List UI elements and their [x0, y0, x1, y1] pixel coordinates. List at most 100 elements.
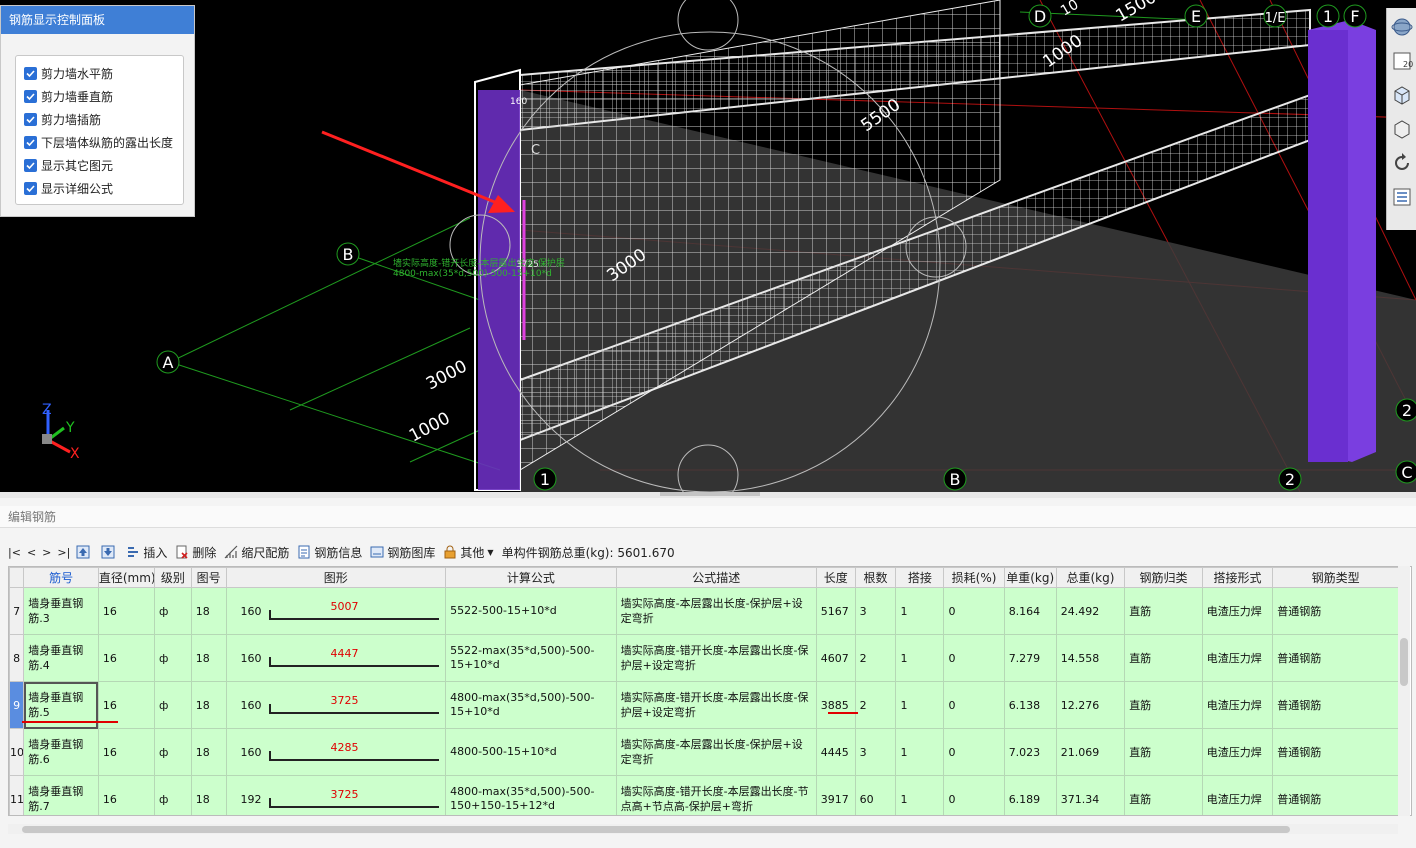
cell-bar-name[interactable]: 墙身垂直钢筋.4	[23, 634, 99, 682]
option-shear-wall-horizontal[interactable]: 剪力墙水平筋	[24, 62, 183, 85]
shape-bar-length[interactable]: 5007	[331, 600, 359, 613]
cell-loss[interactable]: 0	[943, 681, 1005, 729]
header-col[interactable]: 总重(kg)	[1055, 567, 1126, 588]
cell-formula[interactable]: 5522-500-15+10*d	[445, 587, 617, 635]
cell-total-weight[interactable]: 21.069	[1055, 728, 1126, 776]
cell-description[interactable]: 墙实际高度-本层露出长度-保护层+设定弯折	[615, 728, 817, 776]
checkbox-checked-icon[interactable]	[24, 136, 37, 149]
cell-shape[interactable]: 160 3725	[225, 681, 447, 729]
header-col[interactable]: 单重(kg)	[1003, 567, 1057, 588]
cell-lap-type[interactable]: 电渣压力焊	[1201, 681, 1274, 729]
cell-loss[interactable]: 0	[943, 728, 1005, 776]
row-number[interactable]: 8	[9, 634, 25, 682]
cell-lap[interactable]: 1	[895, 728, 945, 776]
cell-count[interactable]: 2	[854, 634, 897, 682]
cell-description[interactable]: 墙实际高度-错开长度-本层露出长度-保护层+设定弯折	[615, 681, 817, 729]
cell-figure-no[interactable]: 18	[190, 681, 227, 729]
cell-loss[interactable]: 0	[943, 587, 1005, 635]
row-number[interactable]: 10	[9, 728, 25, 776]
cell-grade[interactable]: ф	[154, 775, 192, 815]
header-col[interactable]: 钢筋类型	[1272, 567, 1399, 588]
cell-figure-no[interactable]: 18	[190, 728, 227, 776]
cell-rebar-type[interactable]: 普通钢筋	[1272, 728, 1399, 776]
checkbox-checked-icon[interactable]	[24, 182, 37, 195]
cell-category[interactable]: 直筋	[1124, 681, 1203, 729]
table-row[interactable]: 8 墙身垂直钢筋.4 16 ф 18 160 4447 5522-max(35*d…	[9, 634, 1399, 682]
cell-bar-name[interactable]: 墙身垂直钢筋.7	[23, 775, 99, 815]
cell-description[interactable]: 墙实际高度-本层露出长度-保护层+设定弯折	[615, 587, 817, 635]
nav-next-button[interactable]: >	[42, 546, 51, 559]
nav-first-button[interactable]: |<	[8, 546, 21, 559]
cell-rebar-type[interactable]: 普通钢筋	[1272, 681, 1399, 729]
cell-bar-name[interactable]: 墙身垂直钢筋.3	[23, 587, 99, 635]
cell-diameter[interactable]: 16	[97, 728, 156, 776]
shape-bar-length[interactable]: 3725	[331, 694, 359, 707]
option-show-detailed-formula[interactable]: 显示详细公式	[24, 177, 183, 200]
other-menu-button[interactable]: 其他 ▼	[443, 544, 494, 561]
cell-figure-no[interactable]: 18	[190, 587, 227, 635]
cell-formula[interactable]: 5522-max(35*d,500)-500-15+10*d	[445, 634, 617, 682]
cell-total-weight[interactable]: 12.276	[1055, 681, 1126, 729]
cell-total-weight[interactable]: 371.34	[1055, 775, 1126, 815]
cell-grade[interactable]: ф	[154, 728, 192, 776]
cell-loss[interactable]: 0	[943, 775, 1005, 815]
cell-category[interactable]: 直筋	[1124, 634, 1203, 682]
cell-unit-weight[interactable]: 7.279	[1003, 634, 1057, 682]
cell-loss[interactable]: 0	[943, 634, 1005, 682]
shape-bar-length[interactable]: 3725	[331, 788, 359, 801]
option-show-other-elements[interactable]: 显示其它图元	[24, 154, 183, 177]
orbit-icon[interactable]	[1389, 12, 1415, 42]
cell-total-weight[interactable]: 24.492	[1055, 587, 1126, 635]
checkbox-checked-icon[interactable]	[24, 159, 37, 172]
cell-description[interactable]: 墙实际高度-错开长度-本层露出长度-节点高+节点高-保护层+弯折	[615, 775, 817, 815]
cell-count[interactable]: 60	[854, 775, 897, 815]
shape-bar-length[interactable]: 4447	[331, 647, 359, 660]
checkbox-checked-icon[interactable]	[24, 113, 37, 126]
checkbox-checked-icon[interactable]	[24, 90, 37, 103]
header-col[interactable]: 级别	[154, 567, 192, 588]
header-col[interactable]: 筋号	[23, 567, 99, 588]
cell-shape[interactable]: 160 5007	[225, 587, 447, 635]
cell-count[interactable]: 3	[854, 728, 897, 776]
splitter-grip[interactable]	[660, 492, 760, 496]
cell-grade[interactable]: ф	[154, 681, 192, 729]
cell-length[interactable]: 3885	[815, 681, 856, 729]
rebar-3d-scene[interactable]: B A 1 B 2 C 2 D E 1/E 1 F C 3000 1000 55…	[0, 0, 1416, 492]
cell-diameter[interactable]: 16	[97, 587, 156, 635]
horizontal-scrollbar[interactable]	[8, 824, 1398, 834]
checkbox-checked-icon[interactable]	[24, 67, 37, 80]
cell-grade[interactable]: ф	[154, 587, 192, 635]
3d-viewport[interactable]: B A 1 B 2 C 2 D E 1/E 1 F C 3000 1000 55…	[0, 0, 1416, 492]
cell-rebar-type[interactable]: 普通钢筋	[1272, 775, 1399, 815]
option-lower-wall-exposed-length[interactable]: 下层墙体纵筋的露出长度	[24, 131, 183, 154]
header-col[interactable]: 计算公式	[445, 567, 617, 588]
cell-rebar-type[interactable]: 普通钢筋	[1272, 587, 1399, 635]
header-col[interactable]: 图形	[225, 567, 447, 588]
cell-description[interactable]: 墙实际高度-错开长度-本层露出长度-保护层+设定弯折	[615, 634, 817, 682]
cell-count[interactable]: 3	[854, 587, 897, 635]
cell-shape[interactable]: 160 4285	[225, 728, 447, 776]
rebar-info-button[interactable]: 钢筋信息	[297, 544, 362, 561]
vertical-scrollbar[interactable]	[1398, 566, 1410, 816]
cell-unit-weight[interactable]: 6.138	[1003, 681, 1057, 729]
row-number[interactable]: 11	[9, 775, 25, 815]
cell-lap-type[interactable]: 电渣压力焊	[1201, 634, 1274, 682]
cell-category[interactable]: 直筋	[1124, 587, 1203, 635]
cell-lap-type[interactable]: 电渣压力焊	[1201, 775, 1274, 815]
view-box-icon[interactable]	[1389, 114, 1415, 144]
cell-formula[interactable]: 4800-max(35*d,500)-500-150+150-15+12*d	[445, 775, 617, 815]
nav-last-button[interactable]: >|	[57, 546, 70, 559]
header-col[interactable]: 搭接	[895, 567, 945, 588]
header-col[interactable]: 搭接形式	[1201, 567, 1274, 588]
table-row[interactable]: 11 墙身垂直钢筋.7 16 ф 18 192 3725 4800-max(35*…	[9, 775, 1399, 815]
scale-rebar-button[interactable]: 缩尺配筋	[224, 544, 289, 561]
properties-icon[interactable]	[1389, 182, 1415, 212]
cell-category[interactable]: 直筋	[1124, 728, 1203, 776]
header-col[interactable]: 钢筋归类	[1124, 567, 1203, 588]
nav-prev-button[interactable]: <	[27, 546, 36, 559]
move-up-button[interactable]	[76, 545, 93, 559]
table-row-selected[interactable]: 9 墙身垂直钢筋.5 16 ф 18 160 3725 4800-max(35*d…	[9, 681, 1399, 729]
option-shear-wall-vertical[interactable]: 剪力墙垂直筋	[24, 85, 183, 108]
cell-figure-no[interactable]: 18	[190, 775, 227, 815]
delete-button[interactable]: 删除	[175, 544, 216, 561]
